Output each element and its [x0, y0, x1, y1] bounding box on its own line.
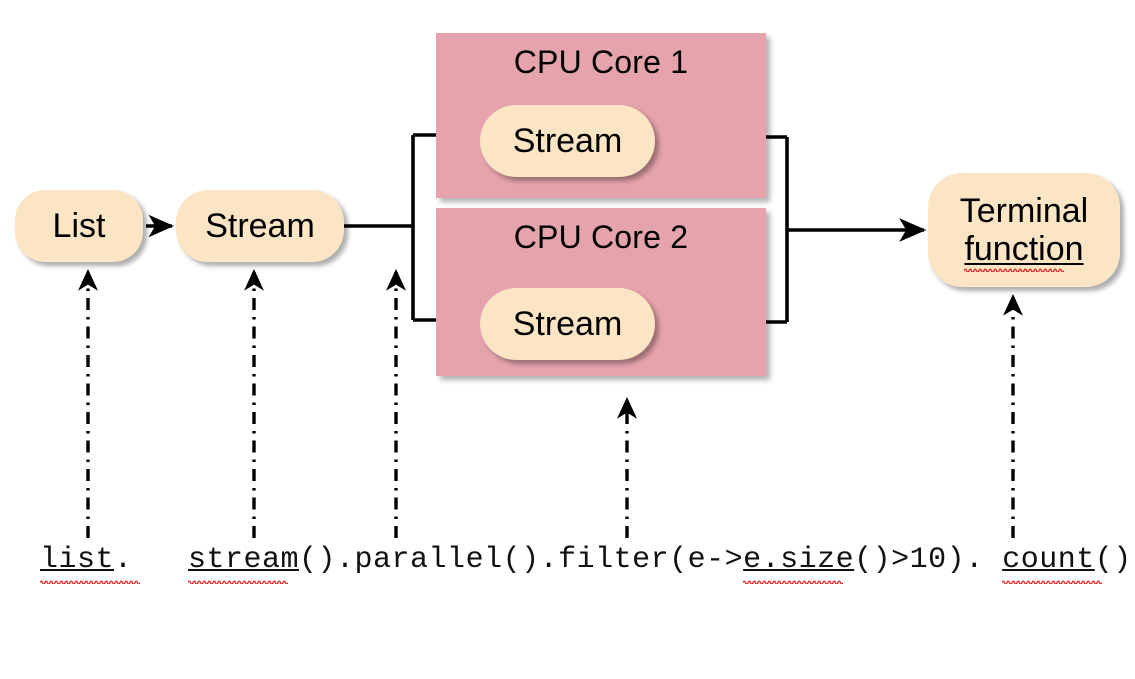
spellcheck-squiggle-icon [40, 580, 140, 584]
code-token: () [1094, 543, 1132, 577]
code-token: parallel [354, 543, 503, 577]
spellcheck-squiggle-icon [188, 580, 288, 584]
code-segment-list: list. [40, 543, 140, 584]
code-segment-pipeline: stream ().parallel().filter(e->e.size ()>1… [188, 543, 1132, 584]
code-token: e.size [743, 543, 854, 584]
node-stream-core2-label: Stream [512, 304, 623, 343]
node-stream-core1-label: Stream [512, 121, 623, 160]
code-token: . [114, 543, 133, 577]
code-token: (). [299, 543, 355, 577]
node-stream-core2: Stream [480, 288, 655, 360]
diagram-canvas: CPU Core 1 CPU Core 2 List Stream Stream… [0, 0, 1135, 607]
code-token: ()>10). [854, 543, 1003, 577]
node-list: List [15, 190, 143, 262]
terminal-label-line2: function [964, 230, 1084, 268]
terminal-label-line1: Terminal [959, 191, 1089, 230]
node-stream-source-label: Stream [205, 206, 315, 245]
node-list-label: List [52, 206, 106, 245]
terminal-label-line2-wrap: function [964, 230, 1084, 273]
code-token: list [40, 543, 140, 584]
spellcheck-squiggle-icon [964, 268, 1065, 273]
cpu-core-2-title: CPU Core 2 [513, 219, 689, 255]
code-token: filter [558, 543, 670, 577]
spellcheck-squiggle-icon [1002, 580, 1103, 584]
node-stream-source: Stream [176, 190, 344, 262]
node-terminal-function: Terminal function [928, 173, 1120, 287]
code-token: count [1002, 543, 1103, 584]
code-token: (e-> [669, 543, 744, 577]
cpu-core-1-title: CPU Core 1 [513, 44, 689, 80]
spellcheck-squiggle-icon [743, 580, 844, 584]
code-annotation-line: list. stream ().parallel().filter(e->e.si… [0, 543, 1135, 589]
code-token: (). [502, 543, 559, 577]
code-token: stream [188, 543, 299, 584]
node-stream-core1: Stream [480, 105, 655, 177]
